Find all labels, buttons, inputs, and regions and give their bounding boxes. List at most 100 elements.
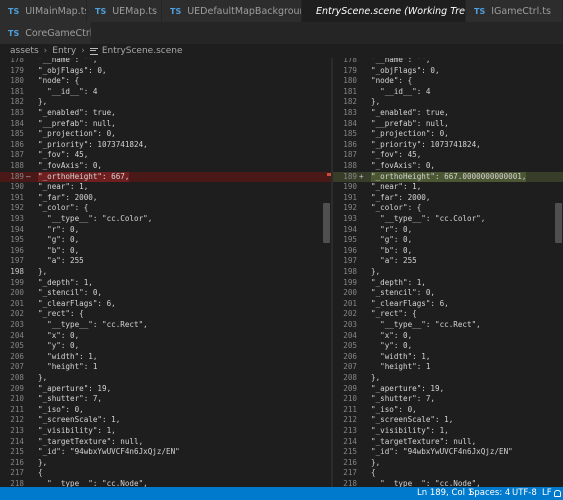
- code-line[interactable]: 207 "height": 1: [333, 362, 563, 373]
- code-line[interactable]: 179 "_objFlags": 0,: [333, 66, 563, 77]
- code-line[interactable]: 213 "_visibility": 1,: [0, 426, 331, 437]
- code-line[interactable]: 179 "_objFlags": 0,: [0, 66, 331, 77]
- code-line[interactable]: 208},: [333, 373, 563, 384]
- code-line[interactable]: 194 "r": 0,: [0, 225, 331, 236]
- code-line[interactable]: 202 "_rect": {: [333, 309, 563, 320]
- code-line[interactable]: 187 "_fov": 45,: [333, 150, 563, 161]
- code-line[interactable]: 212 "_screenScale": 1,: [0, 415, 331, 426]
- breadcrumb-item-entry[interactable]: Entry: [52, 46, 76, 56]
- code-line[interactable]: 194 "r": 0,: [333, 225, 563, 236]
- code-line[interactable]: 187 "_fov": 45,: [0, 150, 331, 161]
- tab-uemap[interactable]: TS UEMap.ts: [87, 0, 162, 22]
- code-line[interactable]: 204 "x": 0,: [333, 331, 563, 342]
- code-line[interactable]: 185 "_projection": 0,: [333, 129, 563, 140]
- code-line[interactable]: 193 "__type__": "cc.Color",: [333, 214, 563, 225]
- code-line[interactable]: 182},: [333, 97, 563, 108]
- code-line[interactable]: 201 "_clearFlags": 6,: [333, 299, 563, 310]
- code-line[interactable]: 200 "_stencil": 0,: [0, 288, 331, 299]
- code-line[interactable]: 196 "b": 0,: [333, 246, 563, 257]
- eol-setting[interactable]: LF: [542, 487, 552, 500]
- code-line[interactable]: 217 {: [333, 468, 563, 479]
- code-line[interactable]: 203 "__type__": "cc.Rect",: [333, 320, 563, 331]
- code-line[interactable]: 216},: [333, 458, 563, 469]
- code-line[interactable]: 216},: [0, 458, 331, 469]
- code-line[interactable]: 213 "_visibility": 1,: [333, 426, 563, 437]
- code-line[interactable]: 206 "width": 1,: [0, 352, 331, 363]
- code-line[interactable]: 186 "_priority": 1073741824,: [333, 140, 563, 151]
- code-line[interactable]: 203 "__type__": "cc.Rect",: [0, 320, 331, 331]
- tab-igamectrl[interactable]: TS IGameCtrl.ts: [466, 0, 563, 22]
- code-line[interactable]: 184 "__prefab": null,: [333, 119, 563, 130]
- code-line[interactable]: 214 "_targetTexture": null,: [0, 437, 331, 448]
- code-line[interactable]: 212 "_screenScale": 1,: [333, 415, 563, 426]
- code-line[interactable]: 192 "_color": {: [0, 203, 331, 214]
- code-line[interactable]: 209 "_aperture": 19,: [0, 384, 331, 395]
- indentation-setting[interactable]: Spaces: 4: [469, 487, 510, 500]
- code-line[interactable]: 180 "node": {: [0, 76, 331, 87]
- diff-original-pane[interactable]: 178 "__name": "", 179 "_objFlags": 0, 180 "no…: [0, 58, 331, 487]
- tab-uimainmap[interactable]: TS UIMainMap.ts: [0, 0, 87, 22]
- inserted-line[interactable]: 189 + "_orthoHeight": 667.0000000000001,: [333, 171, 563, 183]
- code-line[interactable]: 180 "node": {: [333, 76, 563, 87]
- code-line[interactable]: 215 "_id": "94wbxYwUVCF4n6JxQjz/EN": [0, 447, 331, 458]
- code-line[interactable]: 206 "width": 1,: [333, 352, 563, 363]
- encoding-setting[interactable]: UTF-8: [512, 487, 537, 500]
- breadcrumb-item-file[interactable]: EntryScene.scene: [102, 46, 183, 56]
- code-line[interactable]: 215 "_id": "94wbxYwUVCF4n6JxQjz/EN": [333, 447, 563, 458]
- code-line[interactable]: 190 "_near": 1,: [0, 182, 331, 193]
- code-line[interactable]: 197 "a": 255: [333, 256, 563, 267]
- code-line[interactable]: 185 "_projection": 0,: [0, 129, 331, 140]
- bell-icon[interactable]: [554, 490, 561, 497]
- code-line[interactable]: 211 "_iso": 0,: [333, 405, 563, 416]
- code-line[interactable]: 205 "y": 0,: [333, 341, 563, 352]
- code-line[interactable]: 193 "__type__": "cc.Color",: [0, 214, 331, 225]
- code-line[interactable]: 186 "_priority": 1073741824,: [0, 140, 331, 151]
- code-line[interactable]: 195 "g": 0,: [0, 235, 331, 246]
- cursor-position[interactable]: Ln 189, Col 1: [417, 487, 473, 500]
- code-line[interactable]: 199 "_depth": 1,: [333, 278, 563, 289]
- tab-coregamectrl[interactable]: TS CoreGameCtrl.ts: [0, 22, 92, 44]
- code-line[interactable]: 197 "a": 255: [0, 256, 331, 267]
- diff-modified-pane[interactable]: 178 "__name": "", 179 "_objFlags": 0, 180 "no…: [333, 58, 563, 487]
- code-line[interactable]: 202 "_rect": {: [0, 309, 331, 320]
- right-scrollbar-thumb[interactable]: [555, 203, 562, 243]
- code-line[interactable]: 218 "__type__": "cc.Node",: [0, 479, 331, 487]
- code-line[interactable]: 183 "_enabled": true,: [333, 108, 563, 119]
- code-line[interactable]: 211 "_iso": 0,: [0, 405, 331, 416]
- code-line[interactable]: 181 "__id__": 4: [0, 87, 331, 98]
- code-line[interactable]: 191 "_far": 2000,: [333, 193, 563, 204]
- code-line[interactable]: 218 "__type__": "cc.Node",: [333, 479, 563, 487]
- code-line[interactable]: 188 "_fovAxis": 0,: [333, 161, 563, 172]
- code-line[interactable]: 210 "_shutter": 7,: [333, 394, 563, 405]
- code-line[interactable]: 178 "__name": "",: [333, 58, 563, 66]
- code-line[interactable]: 181 "__id__": 4: [333, 87, 563, 98]
- code-line[interactable]: 204 "x": 0,: [0, 331, 331, 342]
- code-line[interactable]: 208},: [0, 373, 331, 384]
- code-line[interactable]: 178 "__name": "",: [0, 58, 331, 66]
- left-scrollbar-thumb[interactable]: [323, 203, 330, 243]
- code-line[interactable]: 210 "_shutter": 7,: [0, 394, 331, 405]
- code-line[interactable]: 214 "_targetTexture": null,: [333, 437, 563, 448]
- code-line[interactable]: 182},: [0, 97, 331, 108]
- code-line[interactable]: 188 "_fovAxis": 0,: [0, 161, 331, 172]
- code-line[interactable]: 184 "__prefab": null,: [0, 119, 331, 130]
- breadcrumb-item-assets[interactable]: assets: [10, 46, 39, 56]
- code-line[interactable]: 191 "_far": 2000,: [0, 193, 331, 204]
- code-line[interactable]: 190 "_near": 1,: [333, 182, 563, 193]
- code-line[interactable]: 207 "height": 1: [0, 362, 331, 373]
- code-line[interactable]: 183 "_enabled": true,: [0, 108, 331, 119]
- code-line[interactable]: 205 "y": 0,: [0, 341, 331, 352]
- code-line[interactable]: 209 "_aperture": 19,: [333, 384, 563, 395]
- tab-entryscene-working-tree[interactable]: EntryScene.scene (Working Tree) M ✕: [302, 0, 466, 22]
- code-line[interactable]: 198},: [0, 267, 331, 278]
- code-line[interactable]: 196 "b": 0,: [0, 246, 331, 257]
- code-line[interactable]: 192 "_color": {: [333, 203, 563, 214]
- code-line[interactable]: 217 {: [0, 468, 331, 479]
- code-line[interactable]: 199 "_depth": 1,: [0, 278, 331, 289]
- code-line[interactable]: 198},: [333, 267, 563, 278]
- code-line[interactable]: 200 "_stencil": 0,: [333, 288, 563, 299]
- deleted-line[interactable]: 189— "_orthoHeight": 667,: [0, 171, 331, 183]
- tab-uedefaultmapbackground[interactable]: TS UEDefaultMapBackground.ts: [162, 0, 302, 22]
- code-line[interactable]: 201 "_clearFlags": 6,: [0, 299, 331, 310]
- code-line[interactable]: 195 "g": 0,: [333, 235, 563, 246]
